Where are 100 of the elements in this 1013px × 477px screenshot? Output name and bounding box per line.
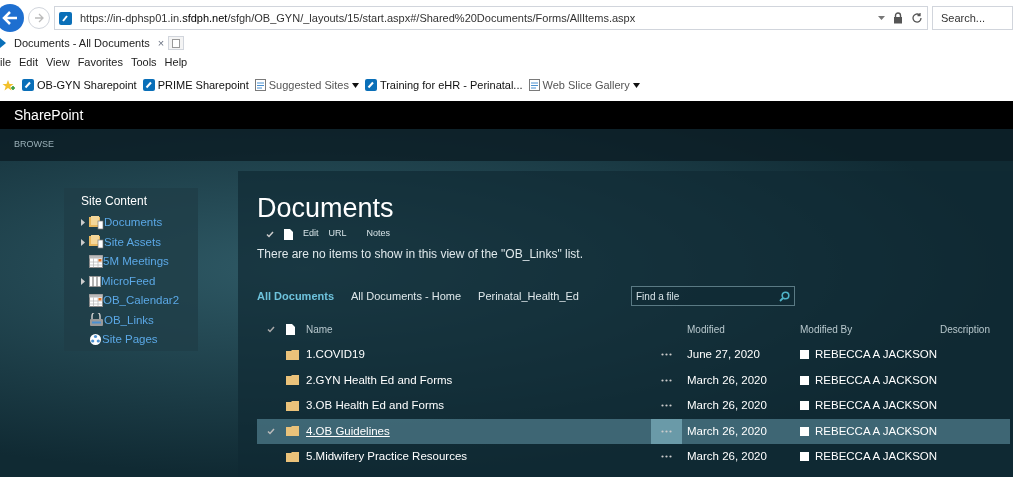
folder-icon bbox=[89, 235, 104, 250]
column-header[interactable]: Name bbox=[306, 322, 687, 337]
page-title: Documents bbox=[257, 193, 395, 223]
site-icon bbox=[0, 38, 6, 48]
folder-link[interactable]: 4.OB Guidelines bbox=[306, 422, 651, 440]
more-options-button[interactable] bbox=[651, 418, 682, 444]
ellipsis-icon[interactable] bbox=[661, 455, 672, 459]
folder-icon bbox=[286, 400, 299, 411]
nav-link[interactable]: OB_Links bbox=[104, 311, 154, 329]
menu-item[interactable]: ile bbox=[0, 53, 11, 71]
column-label[interactable]: URL bbox=[328, 227, 347, 241]
table-cell-text: REBECCA A JACKSON bbox=[815, 398, 938, 414]
check-icon[interactable] bbox=[267, 427, 275, 435]
document-icon bbox=[286, 324, 295, 335]
view-tab[interactable]: All Documents - Home bbox=[351, 287, 462, 305]
folder-link[interactable]: 2.GYN Health Ed and Forms bbox=[306, 371, 651, 389]
folder-icon bbox=[286, 349, 299, 360]
nav-link[interactable]: Site Assets bbox=[104, 233, 161, 251]
dropdown-icon[interactable] bbox=[632, 82, 640, 88]
menu-item[interactable]: Tools bbox=[130, 53, 157, 71]
favorite-link[interactable]: Training for eHR - Perinatal... bbox=[364, 76, 523, 94]
presence-indicator bbox=[800, 401, 809, 411]
nav-link[interactable]: Documents bbox=[104, 214, 163, 232]
table-cell-text: March 26, 2020 bbox=[686, 449, 768, 465]
calendar-icon bbox=[89, 255, 103, 269]
new-tab-button[interactable] bbox=[168, 36, 185, 50]
folder-link[interactable]: 3.OB Health Ed and Forms bbox=[306, 397, 651, 415]
address-bar[interactable]: https://in-dphsp01.in.sfdph.net/sfgh/OB_GYN/_layouts/15/start.aspx#/Shared%20Documents/Forms/AllItems.aspx bbox=[54, 6, 928, 30]
table-cell-text: REBECCA A JACKSON bbox=[815, 423, 938, 439]
empty-list-message: There are no items to show in this view of the "OB_Links" list. bbox=[257, 246, 584, 263]
site-icon bbox=[59, 11, 72, 25]
ellipsis-icon[interactable] bbox=[661, 378, 672, 382]
site-icon bbox=[22, 79, 34, 91]
menu-item[interactable]: View bbox=[46, 53, 70, 71]
search-icon[interactable] bbox=[779, 290, 790, 302]
presence-indicator bbox=[800, 426, 809, 436]
ribbon-tab[interactable]: BROWSE bbox=[14, 138, 54, 152]
view-tab[interactable]: Perinatal_Health_Ed bbox=[478, 287, 579, 305]
nav-link[interactable]: OB_Calendar2 bbox=[103, 292, 180, 310]
close-tab-button[interactable]: × bbox=[157, 34, 165, 52]
presence-indicator bbox=[800, 375, 809, 385]
nav-link[interactable]: 5M Meetings bbox=[103, 253, 169, 271]
favorite-link[interactable]: OB-GYN Sharepoint bbox=[22, 76, 137, 94]
ellipsis-icon[interactable] bbox=[661, 404, 672, 408]
table-cell-text: March 26, 2020 bbox=[686, 372, 768, 388]
table-cell-text: March 26, 2020 bbox=[686, 398, 768, 414]
folder-icon bbox=[286, 375, 299, 386]
find-file-field[interactable]: Find a file bbox=[631, 286, 795, 306]
page-icon bbox=[172, 38, 181, 48]
nav-link[interactable]: Site Pages bbox=[102, 331, 158, 349]
check-icon[interactable] bbox=[266, 230, 274, 238]
column-header[interactable]: Modified bbox=[687, 322, 800, 337]
column-header[interactable]: Description bbox=[930, 322, 990, 337]
folder-icon bbox=[89, 215, 104, 230]
links-icon bbox=[89, 313, 104, 328]
ellipsis-icon[interactable] bbox=[661, 353, 672, 357]
favorites-star-icon[interactable] bbox=[2, 78, 16, 92]
table-cell-text: REBECCA A JACKSON bbox=[815, 449, 938, 465]
table-cell-text: March 26, 2020 bbox=[686, 423, 768, 439]
favorite-link[interactable]: Web Slice Gallery bbox=[528, 76, 640, 94]
search-field[interactable]: Search... bbox=[932, 6, 1013, 30]
suite-title[interactable]: SharePoint bbox=[14, 104, 84, 126]
expand-icon[interactable] bbox=[81, 219, 85, 227]
folder-link[interactable]: 5.Midwifery Practice Resources bbox=[306, 448, 651, 466]
site-icon bbox=[142, 79, 155, 91]
menu-item[interactable]: Favorites bbox=[77, 53, 123, 71]
back-button[interactable] bbox=[0, 4, 24, 32]
document-icon bbox=[284, 228, 293, 240]
menu-item[interactable]: Help bbox=[164, 53, 188, 71]
table-cell-text: REBECCA A JACKSON bbox=[815, 372, 938, 388]
expand-icon[interactable] bbox=[81, 277, 85, 285]
list-icon bbox=[89, 275, 101, 287]
selected-row[interactable]: 4.OB Guidelines March 26, 2020 REBECCA A JACKSON bbox=[257, 418, 1010, 444]
dropdown-icon[interactable] bbox=[351, 82, 359, 88]
favorite-link[interactable]: PRIME Sharepoint bbox=[142, 76, 249, 94]
back-arrow-icon[interactable] bbox=[2, 11, 18, 25]
page-icon bbox=[254, 79, 266, 91]
column-label[interactable]: Edit bbox=[303, 227, 319, 241]
refresh-icon[interactable] bbox=[911, 12, 923, 24]
column-header[interactable]: Modified By bbox=[800, 322, 930, 337]
table-cell-text: June 27, 2020 bbox=[686, 347, 761, 363]
presence-indicator bbox=[800, 452, 809, 462]
presence-indicator bbox=[800, 350, 809, 360]
calendar-icon bbox=[89, 294, 103, 308]
check-icon[interactable] bbox=[267, 326, 275, 333]
table-cell-text: REBECCA A JACKSON bbox=[815, 347, 938, 363]
column-label[interactable]: Notes bbox=[366, 227, 391, 241]
folder-icon bbox=[286, 426, 299, 437]
folder-link[interactable]: 1.COVID19 bbox=[306, 346, 651, 364]
page-icon bbox=[528, 79, 540, 91]
nav-heading: Site Content bbox=[81, 193, 149, 210]
favorite-link[interactable]: Suggested Sites bbox=[254, 76, 359, 94]
expand-icon[interactable] bbox=[81, 238, 85, 246]
folder-icon bbox=[286, 451, 299, 462]
view-tab[interactable]: All Documents bbox=[257, 287, 334, 305]
pages-icon bbox=[89, 333, 102, 347]
menu-item[interactable]: Edit bbox=[19, 53, 38, 71]
address-url[interactable]: https://in-dphsp01.in.sfdph.net/sfgh/OB_GYN/_layouts/15/start.aspx#/Shared%20Documents/Forms/AllItems.aspx bbox=[80, 9, 636, 27]
nav-link[interactable]: MicroFeed bbox=[101, 272, 156, 290]
lock-icon bbox=[893, 12, 903, 24]
